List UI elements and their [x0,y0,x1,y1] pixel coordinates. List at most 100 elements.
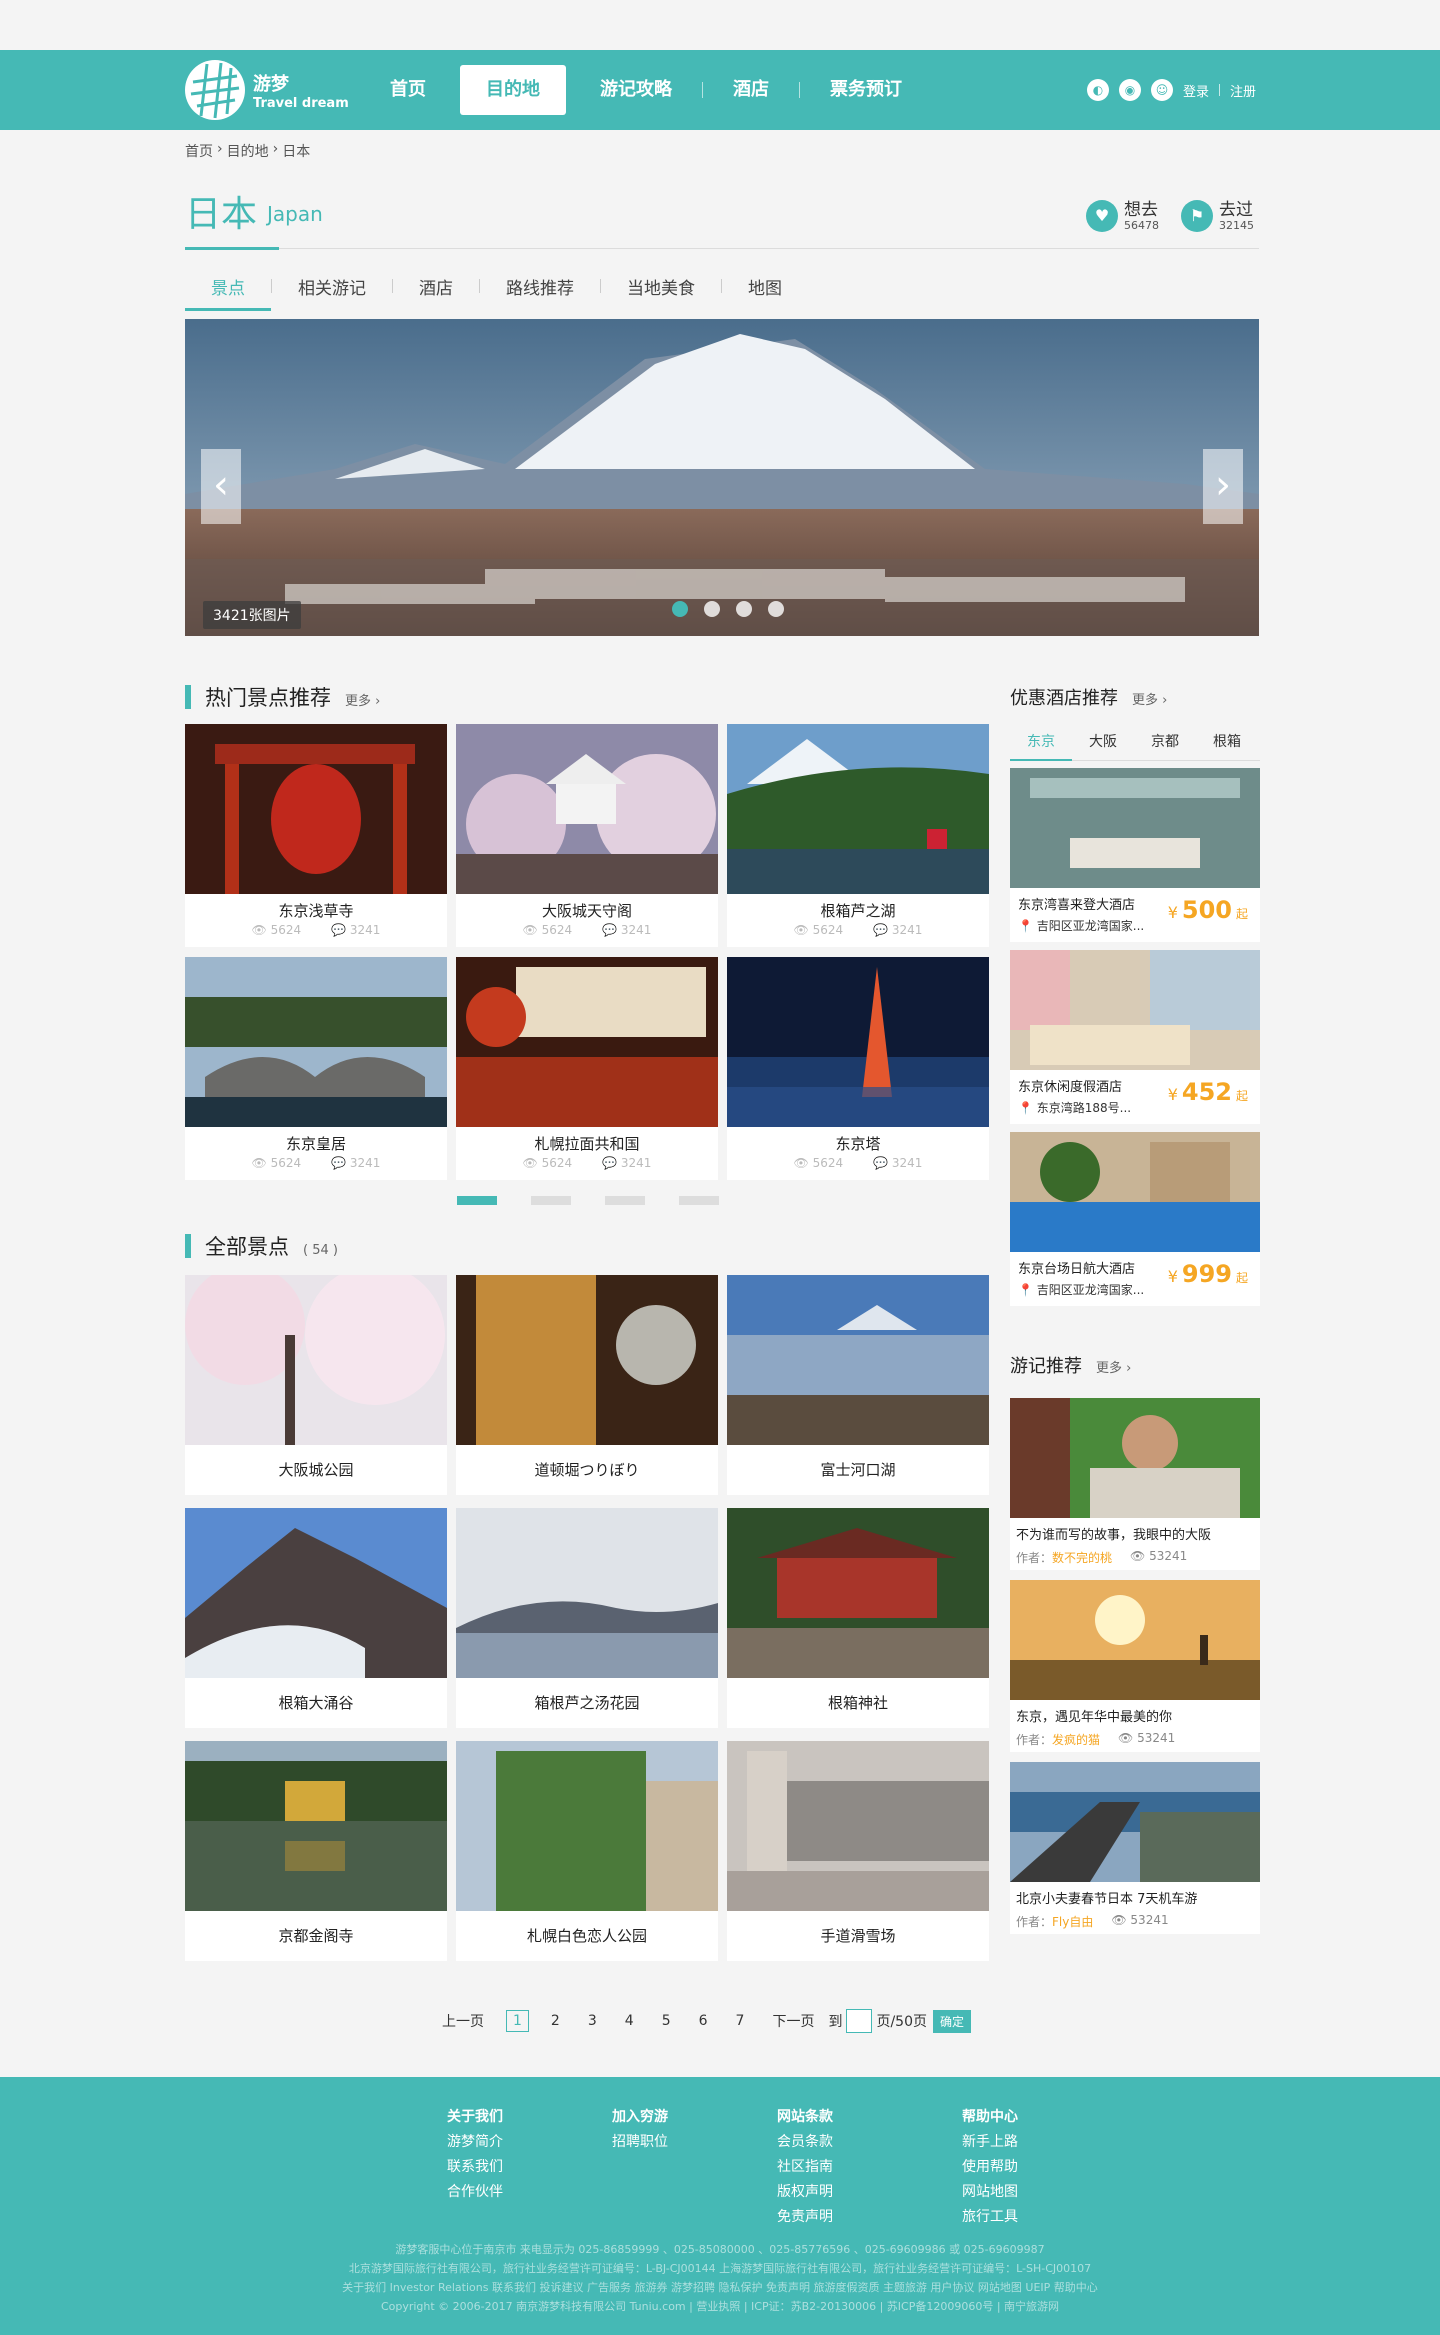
nav-hotel[interactable]: 酒店 [703,65,799,115]
tab-hakone[interactable]: 根箱 [1196,723,1258,760]
author-name[interactable]: Fly自由 [1052,1915,1093,1929]
confirm-page-button[interactable]: 确定 [932,2009,971,2033]
more-link[interactable]: 更多 › [345,690,380,709]
footer-link[interactable]: 合作伙伴 [447,2180,503,2205]
register-link[interactable]: 注册 [1230,81,1256,100]
attraction-card[interactable]: 大阪城公园 [185,1275,447,1495]
footer-link[interactable]: 网站地图 [962,2180,1018,2205]
attraction-card[interactable]: 东京浅草寺 👁 5624 💬 3241 [185,724,447,947]
banner-dot[interactable] [768,601,784,617]
weibo-icon[interactable]: ◉ [1119,79,1141,101]
photo-count-badge[interactable]: 3421张图片 [203,601,301,629]
qq-icon[interactable]: ☺ [1151,79,1173,101]
page-4[interactable]: 4 [611,2013,648,2029]
page-6[interactable]: 6 [685,2013,722,2029]
nav-tickets[interactable]: 票务预订 [800,65,932,115]
author-name[interactable]: 发疯的猫 [1052,1733,1100,1747]
attraction-card[interactable]: 大阪城天守阁 👁 5624 💬 3241 [456,724,718,947]
attraction-card[interactable]: 札幌拉面共和国 👁 5624 💬 3241 [456,957,718,1180]
nav-destination[interactable]: 目的地 [460,65,566,115]
wechat-icon[interactable]: ◐ [1087,79,1109,101]
more-link[interactable]: 更多 › [1132,693,1167,708]
more-link[interactable]: 更多 › [1096,1361,1131,1376]
carousel-page[interactable] [531,1196,571,1205]
attraction-card[interactable]: 富士河口湖 [727,1275,989,1495]
tab-food[interactable]: 当地美食 [601,274,721,299]
banner-prev-button[interactable]: ‹ [201,449,241,524]
tab-journals[interactable]: 相关游记 [272,274,392,299]
page-2[interactable]: 2 [537,2013,574,2029]
prev-page-button[interactable]: 上一页 [428,2011,498,2031]
currency-symbol: ¥ [1167,903,1178,922]
hotel-card[interactable]: 东京湾喜来登大酒店 📍 吉阳区亚龙湾国家... ¥500 起 [1010,768,1260,942]
tab-kyoto[interactable]: 京都 [1134,723,1196,760]
page-title: 日本 [185,194,258,235]
next-page-button[interactable]: 下一页 [758,2011,828,2031]
author-label: 作者： [1016,1551,1053,1565]
nav-travel-guide[interactable]: 游记攻略 [570,65,702,115]
attraction-card[interactable]: 东京塔 👁 5624 💬 3241 [727,957,989,1180]
author-name[interactable]: 数不完的桃 [1052,1551,1112,1565]
footer-link[interactable]: 游梦简介 [447,2130,503,2155]
carousel-page[interactable] [679,1196,719,1205]
view-count: 5624 [541,923,573,937]
carousel-page[interactable] [605,1196,645,1205]
carousel-page[interactable] [457,1196,497,1205]
attraction-card[interactable]: 道顿堀つりぼり [456,1275,718,1495]
footer-link[interactable]: 联系我们 [447,2155,503,2180]
footer-link[interactable]: 会员条款 [777,2130,833,2155]
page-number-input[interactable] [846,2009,873,2033]
footer-link[interactable]: 招聘职位 [612,2130,668,2155]
breadcrumb-home[interactable]: 首页 [185,141,213,161]
attraction-card[interactable]: 根箱芦之湖 👁 5624 💬 3241 [727,724,989,947]
attraction-card[interactable]: 札幌白色恋人公园 [456,1741,718,1961]
page-3[interactable]: 3 [574,2013,611,2029]
tab-hotels[interactable]: 酒店 [393,274,479,299]
attraction-card[interactable]: 手道滑雪场 [727,1741,989,1961]
logo[interactable]: 游梦 Travel dream [185,60,365,120]
footer-link[interactable]: 使用帮助 [962,2155,1018,2180]
tab-tokyo[interactable]: 东京 [1010,723,1072,761]
nav-home[interactable]: 首页 [360,65,456,115]
footer-link[interactable]: 新手上路 [962,2130,1018,2155]
tab-routes[interactable]: 路线推荐 [480,274,600,299]
banner-dot[interactable] [736,601,752,617]
header-account: ◐ ◉ ☺ 登录 注册 [1087,78,1256,102]
attraction-name: 手道滑雪场 [820,1927,896,1945]
journal-card[interactable]: 东京，遇见年华中最美的你 作者：发疯的猫 👁 53241 [1010,1580,1260,1752]
page-5[interactable]: 5 [648,2013,685,2029]
login-link[interactable]: 登录 [1183,81,1209,100]
banner-dot[interactable] [704,601,720,617]
journal-card[interactable]: 不为谁而写的故事，我眼中的大阪 作者：数不完的桃 👁 53241 [1010,1398,1260,1570]
want-to-go-button[interactable]: ♥ 想去 56478 [1086,200,1159,232]
page-7[interactable]: 7 [722,2013,759,2029]
tab-osaka[interactable]: 大阪 [1072,723,1134,760]
breadcrumb-destination[interactable]: 目的地 [227,141,269,161]
attraction-card[interactable]: 箱根芦之汤花园 [456,1508,718,1728]
footer-link[interactable]: 社区指南 [777,2155,833,2180]
site-header: 游梦 Travel dream 首页 目的地 游记攻略 酒店 票务预订 ◐ ◉ … [0,50,1440,130]
attraction-card[interactable]: 根箱大涌谷 [185,1508,447,1728]
attraction-name: 京都金阁寺 [278,1927,354,1945]
attraction-card[interactable]: 根箱神社 [727,1508,989,1728]
attraction-card[interactable]: 东京皇居 👁 5624 💬 3241 [185,957,447,1180]
footer-link[interactable]: 免责声明 [777,2205,833,2230]
hotel-card[interactable]: 东京台场日航大酒店 📍 吉阳区亚龙湾国家... ¥999 起 [1010,1132,1260,1306]
footer-link[interactable]: 版权声明 [777,2180,833,2205]
footer-link[interactable]: 旅行工具 [962,2205,1018,2230]
attraction-card[interactable]: 京都金阁寺 [185,1741,447,1961]
tab-map[interactable]: 地图 [722,274,808,299]
owakudani-photo [185,1508,447,1678]
banner-next-button[interactable]: › [1203,449,1243,524]
journal-section-header: 游记推荐 更多 › [1010,1352,1131,1378]
been-there-button[interactable]: ⚑ 去过 32145 [1181,200,1254,232]
page-1[interactable]: 1 [506,2010,529,2032]
banner-dot[interactable] [672,601,688,617]
tab-attractions[interactable]: 景点 [185,274,271,311]
comment-icon: 💬 3241 [873,1156,923,1170]
castle-photo [456,724,718,894]
journal-card[interactable]: 北京小夫妻春节日本 7天机车游 作者：Fly自由 👁 53241 [1010,1762,1260,1934]
hotel-card[interactable]: 东京休闲度假酒店 📍 东京湾路188号... ¥452 起 [1010,950,1260,1124]
logo-subtitle: Travel dream [253,96,349,111]
attraction-name: 札幌拉面共和国 [534,1135,640,1153]
